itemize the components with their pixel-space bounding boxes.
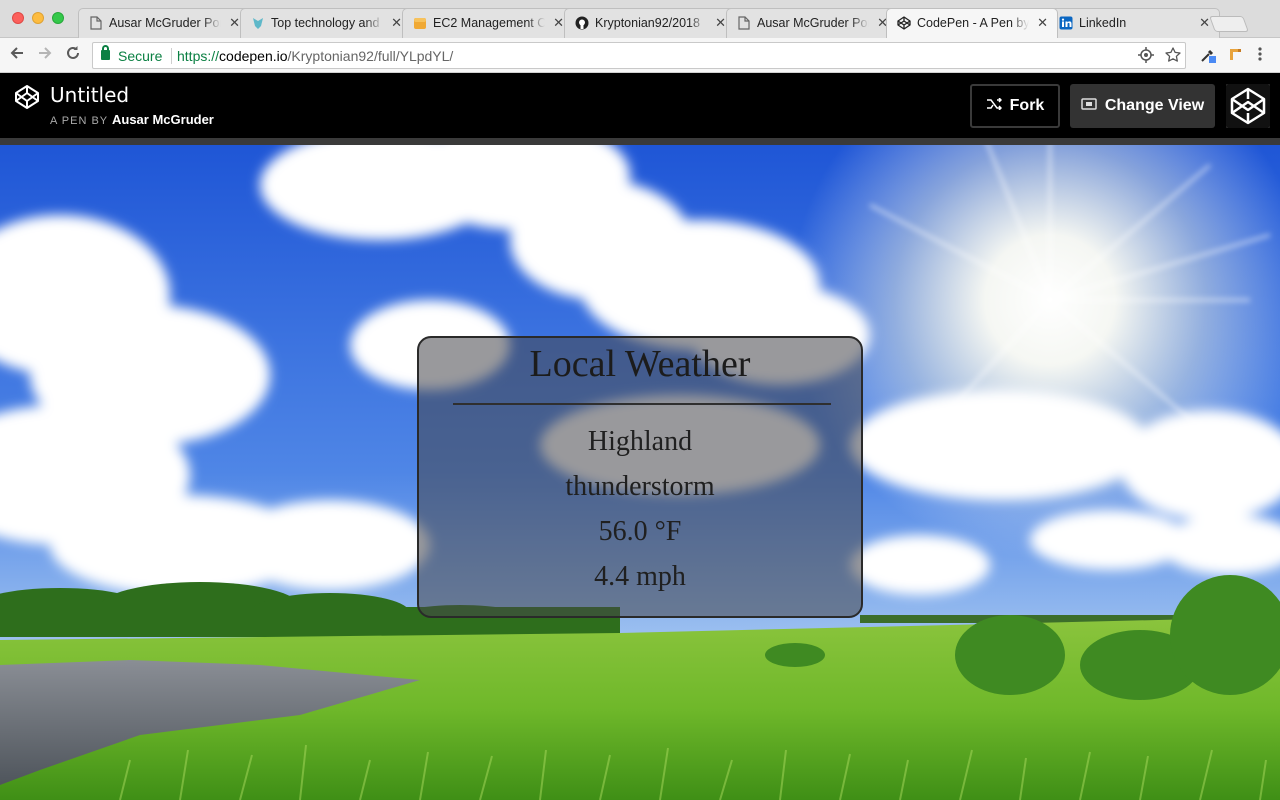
tab-title: LinkedIn [1079, 16, 1191, 30]
chrome-menu-icon[interactable] [1257, 46, 1263, 66]
bookmark-star-icon[interactable] [1165, 47, 1181, 67]
fork-label: Fork [1009, 97, 1045, 114]
tab-title: Top technology and [271, 16, 383, 30]
fork-button[interactable]: Fork [970, 84, 1060, 128]
address-separator [171, 48, 172, 64]
change-view-label: Change View [1104, 97, 1205, 114]
browser-tab[interactable]: EC2 Management Console ✕ [402, 8, 574, 38]
browser-toolbar: Secure https://codepen.io/Kryptonian92/f… [0, 38, 1280, 73]
change-view-button[interactable]: Change View [1070, 84, 1215, 128]
tab-close-icon[interactable]: ✕ [553, 15, 564, 31]
github-icon [575, 16, 589, 30]
codepen-header: Untitled A PEN BY Ausar McGruder Fork Ch… [0, 74, 1280, 138]
tab-close-icon[interactable]: ✕ [1037, 15, 1048, 31]
browser-tab[interactable]: Top technology and ✕ [240, 8, 412, 38]
heading-divider [453, 403, 831, 405]
tab-title: CodePen - A Pen by [917, 16, 1029, 30]
header-divider [0, 138, 1280, 145]
browser-tab[interactable]: Ausar McGruder Portfolio ✕ [726, 8, 898, 38]
tab-title: Ausar McGruder Portfolio [757, 16, 869, 30]
codepen-logo-icon[interactable] [14, 84, 40, 110]
linkedin-icon [1059, 16, 1073, 30]
tab-title: Ausar McGruder Portfolio [109, 16, 221, 30]
weather-heading: Local Weather [529, 343, 751, 385]
eyedropper-extension-icon[interactable] [1199, 46, 1217, 68]
browser-tab-strip: Ausar McGruder Portfolio ✕ Top technolog… [0, 0, 1280, 38]
aws-icon [413, 16, 427, 30]
condition-text: thunderstorm [565, 471, 715, 502]
minimize-window-button[interactable] [32, 12, 44, 24]
secure-label: Secure [118, 48, 163, 64]
address-bar[interactable]: Secure https://codepen.io/Kryptonian92/f… [92, 42, 1186, 69]
tab-close-icon[interactable]: ✕ [1199, 15, 1210, 31]
avatar[interactable] [1226, 84, 1270, 128]
location-target-icon[interactable] [1138, 47, 1154, 67]
page-icon [89, 16, 103, 30]
fork-icon [986, 97, 1002, 115]
tab-title: EC2 Management Console [433, 16, 545, 30]
page-icon [737, 16, 751, 30]
browser-tab[interactable]: LinkedIn ✕ [1048, 8, 1220, 38]
badge-icon [251, 16, 265, 30]
window-view-icon [1081, 97, 1097, 115]
codepen-icon [897, 16, 911, 30]
maximize-window-button[interactable] [52, 12, 64, 24]
temperature-text: 56.0 °F [598, 516, 682, 547]
tab-title: Kryptonian92/2018 [595, 16, 707, 30]
close-window-button[interactable] [12, 12, 24, 24]
tab-close-icon[interactable]: ✕ [391, 15, 402, 31]
author-link[interactable]: Ausar McGruder [112, 112, 214, 127]
tab-close-icon[interactable]: ✕ [715, 15, 726, 31]
new-tab-button[interactable] [1209, 16, 1249, 32]
reload-icon[interactable] [63, 45, 83, 65]
pen-title[interactable]: Untitled [50, 83, 129, 107]
url-text[interactable]: https://codepen.io/Kryptonian92/full/YLp… [177, 48, 453, 64]
pen-byline: A PEN BY Ausar McGruder [50, 112, 214, 127]
browser-tab[interactable]: Kryptonian92/2018 ✕ [564, 8, 736, 38]
back-arrow-icon[interactable] [7, 45, 27, 65]
wind-speed-text: 4.4 mph [594, 561, 686, 592]
browser-tab-active[interactable]: CodePen - A Pen by ✕ [886, 8, 1058, 38]
lock-icon [101, 45, 110, 60]
browser-tab[interactable]: Ausar McGruder Portfolio ✕ [78, 8, 250, 38]
color-extension-icon[interactable] [1227, 46, 1243, 66]
location-text: Highland [587, 426, 693, 457]
forward-arrow-icon[interactable] [35, 45, 55, 65]
tab-close-icon[interactable]: ✕ [229, 15, 240, 31]
weather-card: Local Weather Highland thunderstorm 56.0… [417, 336, 863, 618]
